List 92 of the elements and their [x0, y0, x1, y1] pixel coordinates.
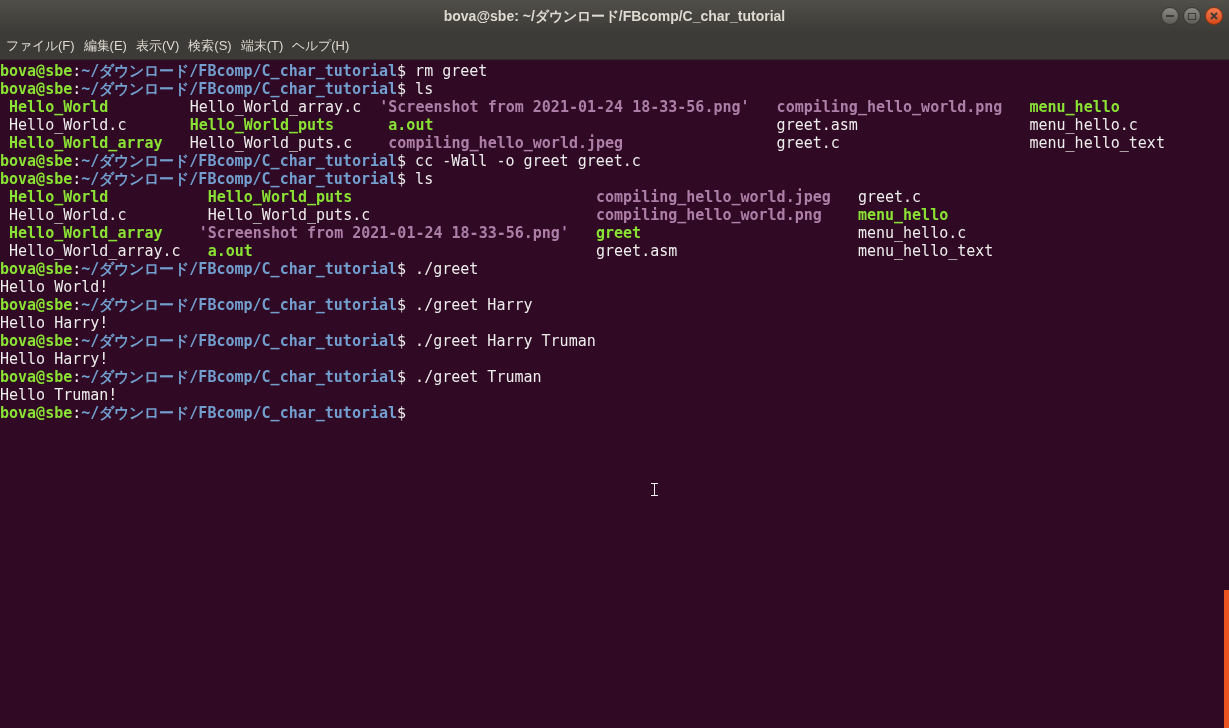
- command-text: ./greet Harry: [415, 296, 533, 314]
- output-text: Hello Harry!: [0, 350, 109, 368]
- prompt-path: ~/ダウンロード/FBcomp/C_char_tutorial: [81, 332, 398, 350]
- menu-item[interactable]: 端末(T): [240, 35, 284, 56]
- close-button[interactable]: [1205, 7, 1223, 25]
- executable-file-name: Hello_World_array: [9, 224, 163, 242]
- prompt-symbol: $: [397, 170, 407, 188]
- command-text: ./greet Harry Truman: [415, 332, 596, 350]
- executable-file-name: a.out: [207, 242, 253, 260]
- prompt-user: bova@sbe: [0, 170, 73, 188]
- executable-file-name: menu_hello: [1029, 98, 1120, 116]
- executable-file-name: Hello_World_puts: [189, 116, 335, 134]
- command-text: ls: [415, 170, 434, 188]
- command-text: ls: [415, 80, 434, 98]
- image-file-name: compiling_hello_world.png: [596, 206, 822, 224]
- command-text: cc -Wall -o greet greet.c: [415, 152, 641, 170]
- prompt-symbol: $: [397, 404, 407, 422]
- executable-file-name: Hello_World_puts: [207, 188, 353, 206]
- window-title: bova@sbe: ~/ダウンロード/FBcomp/C_char_tutorial: [443, 6, 786, 26]
- file-name: greet.asm: [596, 242, 678, 260]
- executable-file-name: a.out: [388, 116, 434, 134]
- prompt-symbol: $: [397, 62, 407, 80]
- file-name: greet.c: [857, 188, 922, 206]
- prompt-path: ~/ダウンロード/FBcomp/C_char_tutorial: [81, 368, 398, 386]
- prompt-separator: :: [72, 152, 82, 170]
- prompt-user: bova@sbe: [0, 260, 73, 278]
- output-text: Hello World!: [0, 278, 109, 296]
- prompt-separator: :: [72, 332, 82, 350]
- output-text: Hello Harry!: [0, 314, 109, 332]
- file-name: Hello_World.c: [9, 116, 127, 134]
- prompt-path: ~/ダウンロード/FBcomp/C_char_tutorial: [81, 404, 398, 422]
- image-file-name: 'Screenshot from 2021-01-24 18-33-56.png': [198, 224, 569, 242]
- executable-file-name: Hello_World_array: [9, 134, 163, 152]
- prompt-separator: :: [72, 368, 82, 386]
- prompt-separator: :: [72, 404, 82, 422]
- prompt-path: ~/ダウンロード/FBcomp/C_char_tutorial: [81, 170, 398, 188]
- menu-item[interactable]: ファイル(F): [6, 35, 75, 56]
- command-text: rm greet: [415, 62, 488, 80]
- prompt-symbol: $: [397, 260, 407, 278]
- prompt-user: bova@sbe: [0, 80, 73, 98]
- prompt-path: ~/ダウンロード/FBcomp/C_char_tutorial: [81, 296, 398, 314]
- file-name: Hello_World_puts.c: [207, 206, 371, 224]
- file-name: Hello_World_array.c: [9, 242, 181, 260]
- file-name: Hello_World_puts.c: [189, 134, 353, 152]
- prompt-separator: :: [72, 260, 82, 278]
- menu-item[interactable]: 表示(V): [135, 35, 180, 56]
- prompt-symbol: $: [397, 152, 407, 170]
- executable-file-name: Hello_World: [9, 98, 109, 116]
- prompt-symbol: $: [397, 80, 407, 98]
- executable-file-name: menu_hello: [857, 206, 949, 224]
- file-name: greet.asm: [776, 116, 858, 134]
- command-text: ./greet Truman: [415, 368, 542, 386]
- file-name: menu_hello_text: [857, 242, 994, 260]
- prompt-separator: :: [72, 296, 82, 314]
- image-file-name: 'Screenshot from 2021-01-24 18-33-56.png': [379, 98, 750, 116]
- prompt-symbol: $: [397, 296, 407, 314]
- output-text: Hello Truman!: [0, 386, 118, 404]
- prompt-symbol: $: [397, 368, 407, 386]
- prompt-path: ~/ダウンロード/FBcomp/C_char_tutorial: [81, 80, 398, 98]
- prompt-path: ~/ダウンロード/FBcomp/C_char_tutorial: [81, 260, 398, 278]
- maximize-button[interactable]: [1183, 7, 1201, 25]
- prompt-symbol: $: [397, 332, 407, 350]
- prompt-separator: :: [72, 80, 82, 98]
- prompt-path: ~/ダウンロード/FBcomp/C_char_tutorial: [81, 152, 398, 170]
- prompt-user: bova@sbe: [0, 404, 73, 422]
- close-icon: [1210, 12, 1218, 20]
- executable-file-name: Hello_World: [9, 188, 109, 206]
- minimize-button[interactable]: [1161, 7, 1179, 25]
- prompt-user: bova@sbe: [0, 332, 73, 350]
- prompt-separator: :: [72, 62, 82, 80]
- prompt-user: bova@sbe: [0, 152, 73, 170]
- menu-item[interactable]: 検索(S): [188, 35, 232, 56]
- prompt-user: bova@sbe: [0, 296, 73, 314]
- executable-file-name: greet: [596, 224, 642, 242]
- menu-item[interactable]: ヘルプ(H): [292, 35, 350, 56]
- prompt-separator: :: [72, 170, 82, 188]
- prompt-path: ~/ダウンロード/FBcomp/C_char_tutorial: [81, 62, 398, 80]
- scrollbar-thumb[interactable]: [1224, 590, 1229, 728]
- image-file-name: compiling_hello_world.jpeg: [596, 188, 831, 206]
- text-cursor-icon: [651, 483, 658, 496]
- prompt-user: bova@sbe: [0, 62, 73, 80]
- menu-item[interactable]: 編集(E): [83, 35, 127, 56]
- file-name: Hello_World_array.c: [189, 98, 362, 116]
- file-name: menu_hello_text: [1029, 134, 1165, 152]
- file-name: greet.c: [776, 134, 840, 152]
- image-file-name: compiling_hello_world.png: [776, 98, 1003, 116]
- file-name: menu_hello.c: [1029, 116, 1138, 134]
- command-text: ./greet: [415, 260, 479, 278]
- file-name: menu_hello.c: [857, 224, 967, 242]
- prompt-user: bova@sbe: [0, 368, 73, 386]
- image-file-name: compiling_hello_world.jpeg: [388, 134, 624, 152]
- file-name: Hello_World.c: [9, 206, 127, 224]
